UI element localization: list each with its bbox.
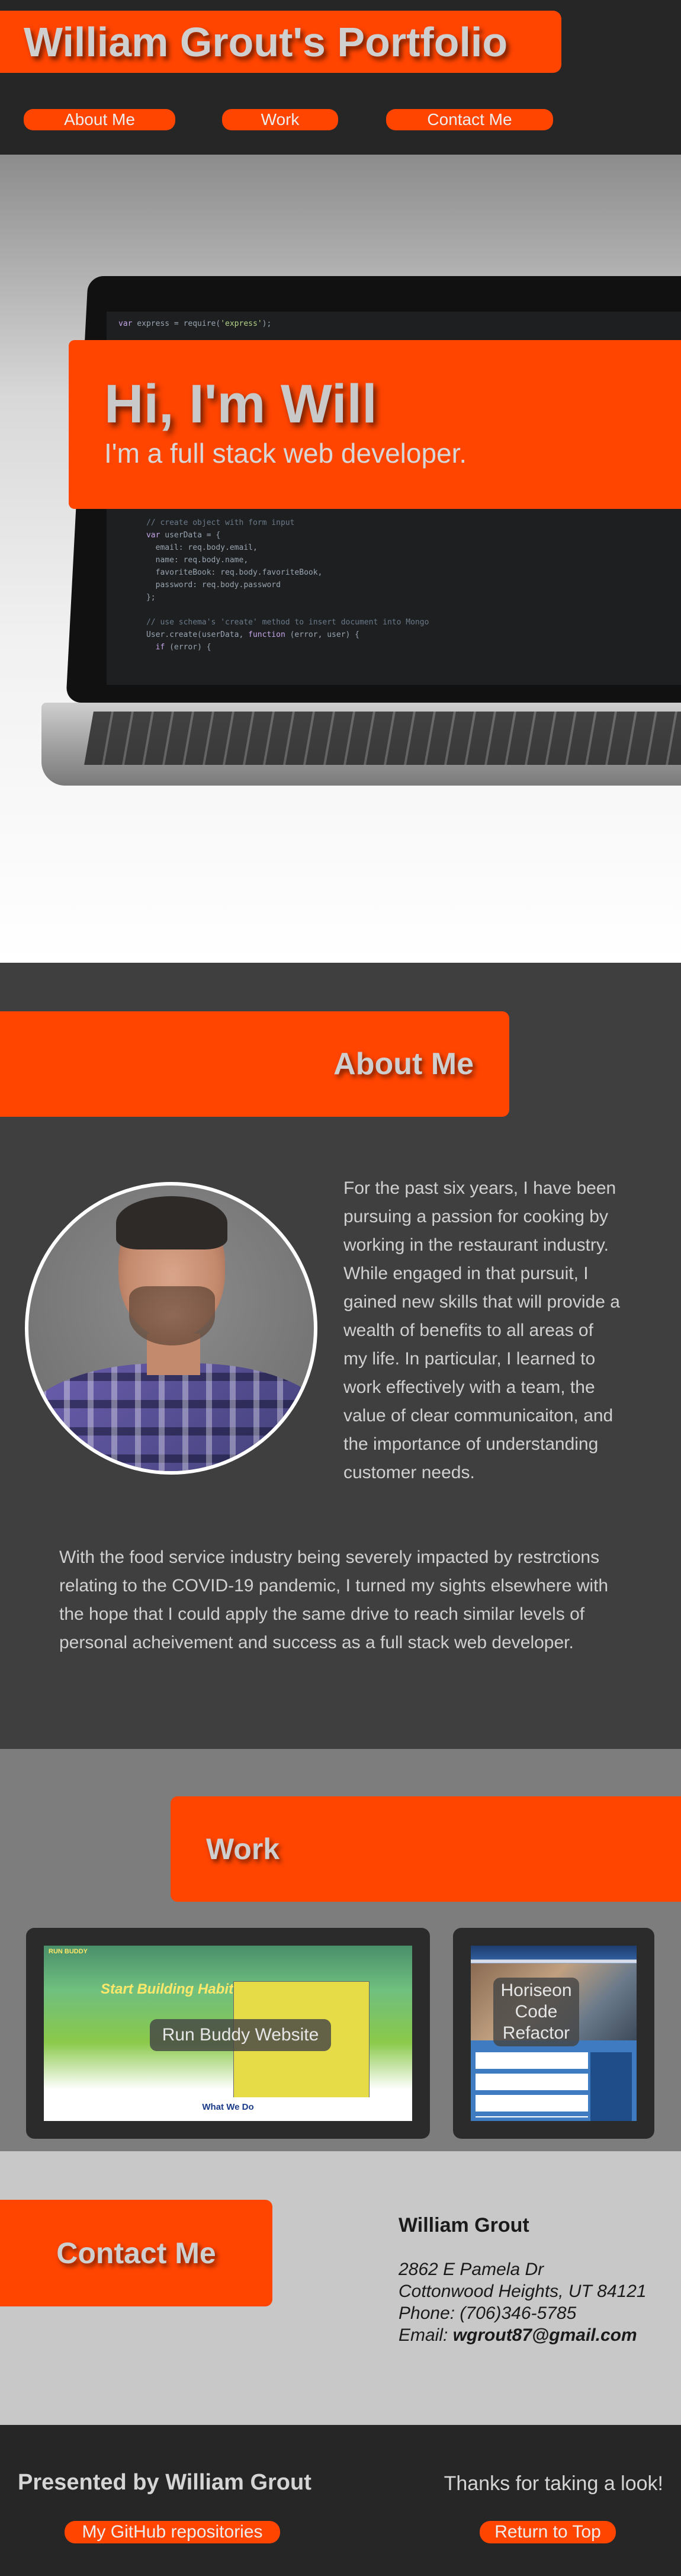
- contact-address: 2862 E Pamela Dr Cottonwood Heights, UT …: [399, 2258, 671, 2346]
- about-title-banner: About Me: [0, 1011, 509, 1117]
- nav-work-link[interactable]: Work: [222, 109, 338, 130]
- contact-city: Cottonwood Heights, UT 84121: [399, 2282, 647, 2301]
- contact-name: William Grout: [399, 2214, 529, 2237]
- contact-title-banner: Contact Me: [0, 2200, 272, 2306]
- footer-presented-by: Presented by William Grout: [18, 2470, 311, 2495]
- site-title-banner: William Grout's Portfolio: [0, 11, 561, 73]
- about-section: About Me For the past six years, I have …: [0, 963, 681, 1749]
- nav-about-link[interactable]: About Me: [24, 109, 175, 130]
- about-paragraph-1: For the past six years, I have been purs…: [343, 1178, 620, 1482]
- contact-section: Contact Me William Grout 2862 E Pamela D…: [0, 2151, 681, 2425]
- footer-thanks: Thanks for taking a look!: [444, 2472, 663, 2495]
- return-to-top-button[interactable]: Return to Top: [480, 2521, 616, 2543]
- contact-title: Contact Me: [56, 2237, 216, 2270]
- contact-phone: Phone: (706)346-5785: [399, 2303, 577, 2323]
- about-paragraph-2: With the food service industry being sev…: [59, 1547, 609, 1652]
- site-footer: Presented by William Grout Thanks for ta…: [0, 2425, 681, 2576]
- project-card-run-buddy[interactable]: RUN BUDDY Start Building Habits What We …: [26, 1928, 430, 2139]
- hero-section: var express = require('express'); if (re…: [0, 155, 681, 963]
- profile-photo: [25, 1182, 317, 1475]
- work-title: Work: [206, 1832, 280, 1866]
- contact-email-link[interactable]: wgrout87@gmail.com: [453, 2325, 637, 2345]
- contact-info: William Grout 2862 E Pamela Dr Cottonwoo…: [399, 2214, 671, 2346]
- hero-subheading: I'm a full stack web developer.: [104, 438, 467, 469]
- contact-email-label: Email:: [399, 2325, 448, 2345]
- run-buddy-screenshot-heading: Start Building Habits: [101, 1981, 242, 1997]
- work-section: Work RUN BUDDY Start Building Habits Wha…: [0, 1749, 681, 2151]
- hero-card: Hi, I'm Will I'm a full stack web develo…: [69, 340, 681, 509]
- contact-street: 2862 E Pamela Dr: [399, 2260, 544, 2279]
- about-title: About Me: [333, 1047, 474, 1081]
- run-buddy-screenshot-footer: What We Do: [44, 2097, 412, 2121]
- site-header: William Grout's Portfolio About Me Work …: [0, 0, 681, 155]
- project-label-run-buddy[interactable]: Run Buddy Website: [150, 2019, 331, 2051]
- run-buddy-logo: RUN BUDDY: [49, 1948, 88, 1955]
- site-title: William Grout's Portfolio: [24, 18, 508, 65]
- work-title-banner: Work: [171, 1796, 681, 1902]
- nav-contact-link[interactable]: Contact Me: [386, 109, 553, 130]
- hero-heading: Hi, I'm Will: [104, 374, 377, 434]
- project-card-horiseon[interactable]: Horiseon Code Refactor: [453, 1928, 654, 2139]
- contact-email-row: Email: wgrout87@gmail.com: [399, 2324, 671, 2346]
- project-label-horiseon[interactable]: Horiseon Code Refactor: [493, 1978, 579, 2046]
- github-repos-button[interactable]: My GitHub repositories: [65, 2521, 280, 2543]
